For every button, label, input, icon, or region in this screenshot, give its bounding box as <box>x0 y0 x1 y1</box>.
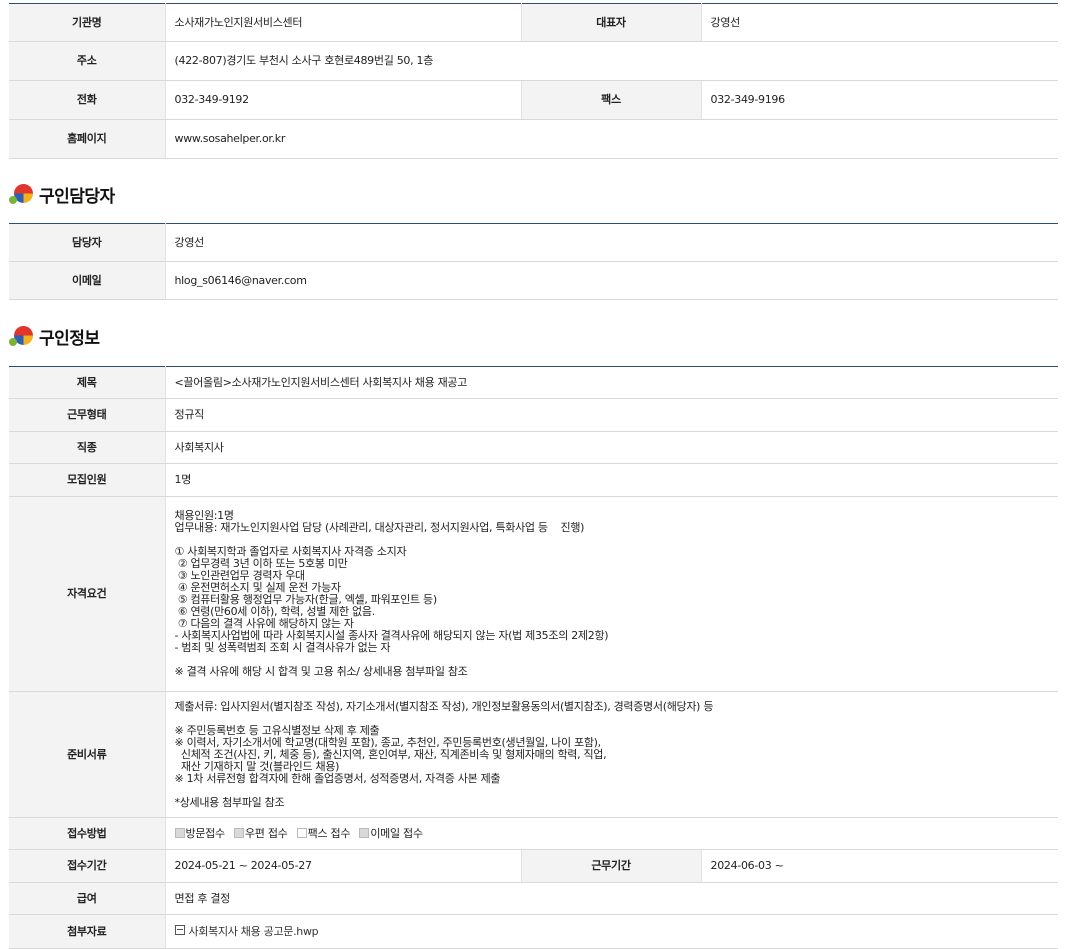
email: hlog_s06146@naver.com <box>165 261 1058 300</box>
method-fax: 팩스 접수 <box>296 827 350 840</box>
table-row: 근무형태 정규직 <box>9 398 1058 432</box>
method-mail: 우편 접수 <box>233 827 288 840</box>
attachment-link[interactable]: 사회복지사 채용 공고문.hwp <box>189 925 319 938</box>
headcount-label: 모집인원 <box>9 463 166 497</box>
attachment-cell: 사회복지사 채용 공고문.hwp <box>165 914 1058 949</box>
table-row: 이메일 hlog_s06146@naver.com <box>9 261 1058 300</box>
section-bullet-icon <box>9 182 35 206</box>
subject: <끌어올림>소사재가노인지원서비스센터 사회복지사 채용 재공고 <box>165 366 1058 399</box>
checkbox-icon <box>233 827 244 838</box>
phone-label: 전화 <box>9 80 166 120</box>
period: 2024-05-21 ~ 2024-05-27 <box>165 849 521 883</box>
homepage-label: 홈페이지 <box>9 119 166 159</box>
method-visit: 방문접수 <box>174 827 225 840</box>
method-label: 접수방법 <box>9 817 166 850</box>
salary-label: 급여 <box>9 882 166 915</box>
table-row: 홈페이지 www.sosahelper.or.kr <box>9 119 1058 159</box>
table-row: 급여 면접 후 결정 <box>9 882 1058 915</box>
occupation-label: 직종 <box>9 431 166 464</box>
work-period-label: 근무기간 <box>520 849 702 883</box>
checkbox-icon <box>359 827 370 838</box>
address-label: 주소 <box>9 41 166 81</box>
table-row: 기관명 소사재가노인지원서비스센터 대표자 강영선 <box>9 3 1058 42</box>
checkbox-icon <box>174 827 185 838</box>
table-row: 첨부자료 사회복지사 채용 공고문.hwp <box>9 914 1058 949</box>
work-period: 2024-06-03 ~ <box>701 849 1058 883</box>
fax-label: 팩스 <box>520 80 702 120</box>
table-row: 모집인원 1명 <box>9 463 1058 497</box>
job-title: 구인정보 <box>39 328 100 349</box>
table-row: 제목 <끌어올림>소사재가노인지원서비스센터 사회복지사 채용 재공고 <box>9 366 1058 399</box>
work-type: 정규직 <box>165 398 1058 432</box>
table-row: 직종 사회복지사 <box>9 431 1058 464</box>
org-name-label: 기관명 <box>9 3 166 42</box>
contact-title: 구인담당자 <box>39 186 115 207</box>
subject-label: 제목 <box>9 366 166 399</box>
salary: 면접 후 결정 <box>165 882 1058 915</box>
job-table: 제목 <끌어올림>소사재가노인지원서비스센터 사회복지사 채용 재공고 근무형태… <box>9 366 1058 949</box>
rep-label: 대표자 <box>520 3 702 42</box>
manager-label: 담당자 <box>9 223 166 262</box>
email-label: 이메일 <box>9 261 166 300</box>
table-row: 전화 032-349-9192 팩스 032-349-9196 <box>9 80 1058 120</box>
address: (422-807)경기도 부천시 소사구 호현로489번길 50, 1층 <box>165 41 1058 81</box>
table-row: 접수기간 2024-05-21 ~ 2024-05-27 근무기간 2024-0… <box>9 849 1058 883</box>
section-bullet-icon <box>9 324 35 348</box>
headcount: 1명 <box>165 463 1058 497</box>
fax: 032-349-9196 <box>701 80 1058 120</box>
org-info-table: 기관명 소사재가노인지원서비스센터 대표자 강영선 주소 (422-807)경기… <box>9 3 1058 159</box>
qualification-label: 자격요건 <box>9 496 166 692</box>
method-email: 이메일 접수 <box>359 827 423 840</box>
work-type-label: 근무형태 <box>9 398 166 432</box>
table-row: 접수방법 방문접수 우편 접수 팩스 접수 이메일 접수 <box>9 817 1058 850</box>
documents-text: 제출서류: 입사지원서(별지참조 작성), 자기소개서(별지참조 작성), 개인… <box>165 691 1058 818</box>
period-label: 접수기간 <box>9 849 166 883</box>
table-row: 준비서류 제출서류: 입사지원서(별지참조 작성), 자기소개서(별지참조 작성… <box>9 691 1058 818</box>
table-row: 담당자 강영선 <box>9 223 1058 262</box>
occupation: 사회복지사 <box>165 431 1058 464</box>
table-row: 주소 (422-807)경기도 부천시 소사구 호현로489번길 50, 1층 <box>9 41 1058 81</box>
contact-table: 담당자 강영선 이메일 hlog_s06146@naver.com <box>9 223 1058 300</box>
homepage-link[interactable]: www.sosahelper.or.kr <box>165 119 1058 159</box>
phone: 032-349-9192 <box>165 80 521 120</box>
method-list: 방문접수 우편 접수 팩스 접수 이메일 접수 <box>165 817 1058 850</box>
org-name: 소사재가노인지원서비스센터 <box>165 3 521 42</box>
manager: 강영선 <box>165 223 1058 262</box>
contact-section-title: 구인담당자 <box>9 182 115 207</box>
checkbox-icon <box>296 827 307 838</box>
rep-name: 강영선 <box>701 3 1058 42</box>
job-section-title: 구인정보 <box>9 324 100 349</box>
file-icon <box>174 925 185 935</box>
documents-label: 준비서류 <box>9 691 166 818</box>
table-row: 자격요건 채용인원:1명 업무내용: 재가노인지원사업 담당 (사례관리, 대상… <box>9 496 1058 692</box>
qualification-text: 채용인원:1명 업무내용: 재가노인지원사업 담당 (사례관리, 대상자관리, … <box>165 496 1058 692</box>
attachment-label: 첨부자료 <box>9 914 166 949</box>
